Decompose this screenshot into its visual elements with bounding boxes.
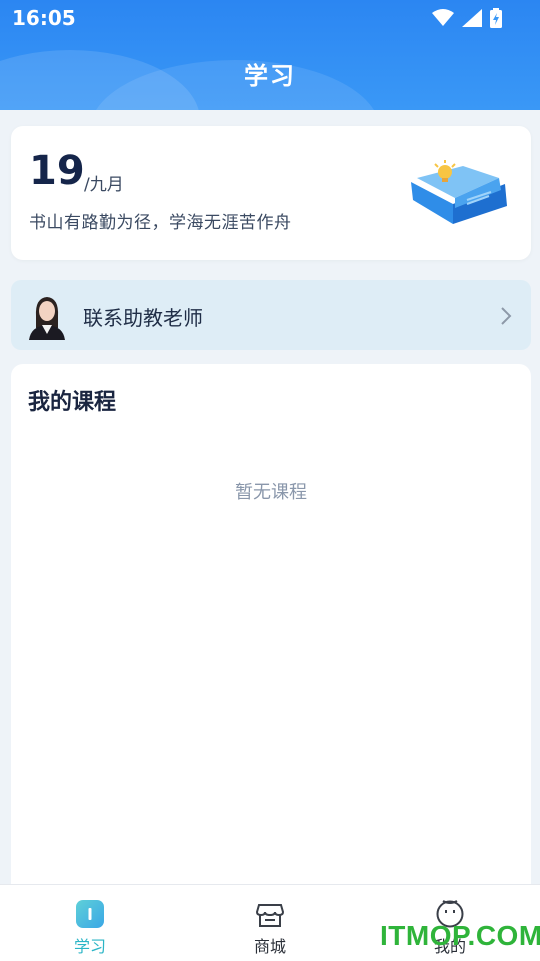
battery-icon <box>490 8 502 28</box>
study-icon <box>76 900 104 928</box>
day-number: 19 <box>29 148 85 194</box>
my-courses-title: 我的课程 <box>28 390 117 415</box>
teacher-avatar <box>27 292 67 340</box>
contact-teacher-label: 联系助教老师 <box>83 306 203 330</box>
status-bar: 16:05 <box>0 0 540 36</box>
nav-label-study: 学习 <box>73 937 106 956</box>
watermark-text: ITMOP.COM <box>380 920 540 951</box>
chevron-right-icon <box>501 307 512 325</box>
page-title: 学习 <box>244 62 296 90</box>
empty-courses-text: 暂无课程 <box>235 482 307 503</box>
nav-item-study[interactable]: 学习 <box>0 885 180 961</box>
my-courses-card: 我的课程 暂无课程 <box>11 364 531 904</box>
month-label: /九月 <box>84 175 124 195</box>
nav-item-store[interactable]: 商城 <box>180 885 360 961</box>
status-time: 16:05 <box>12 6 76 30</box>
signal-icon <box>462 9 482 27</box>
nav-label-store: 商城 <box>253 937 286 956</box>
wifi-icon <box>432 9 454 26</box>
book-illustration-icon <box>411 160 507 224</box>
motto-text: 书山有路勤为径，学海无涯苦作舟 <box>29 213 292 233</box>
status-icons <box>432 8 502 28</box>
date-card: 19 /九月 书山有路勤为径，学海无涯苦作舟 <box>11 126 531 260</box>
store-icon <box>255 904 285 927</box>
header: 16:05 学习 <box>0 0 540 110</box>
contact-teacher-row[interactable]: 联系助教老师 <box>11 280 531 350</box>
